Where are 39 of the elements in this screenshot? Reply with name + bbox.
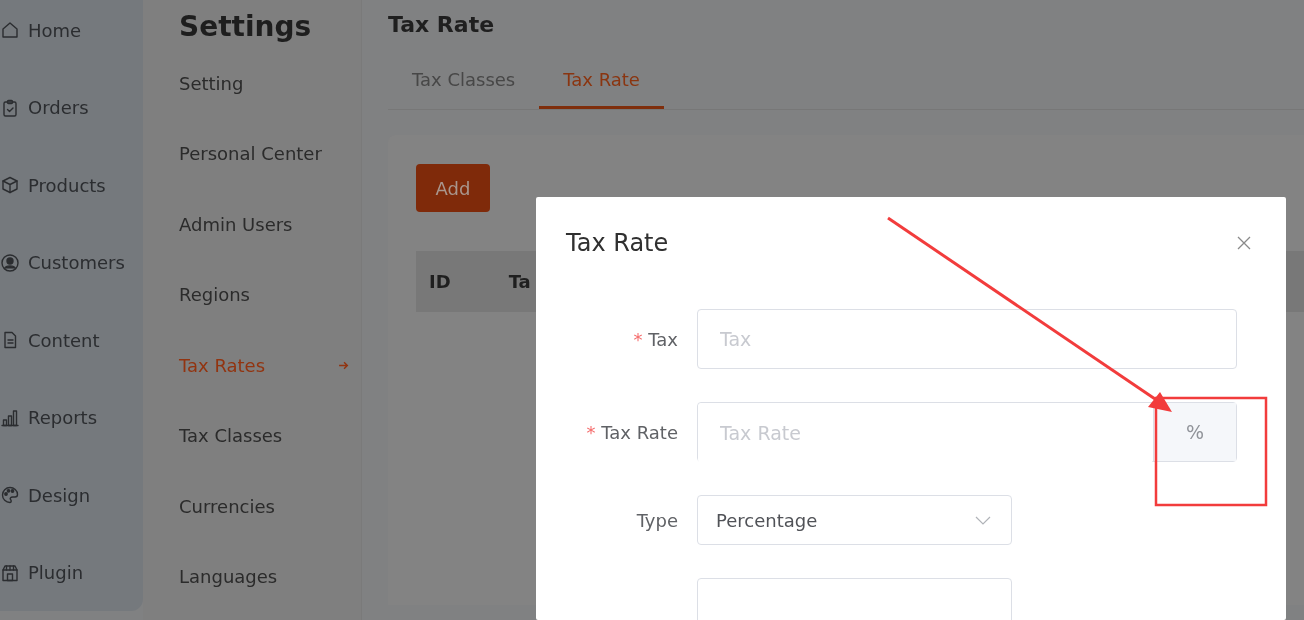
tab[interactable]: Tax Rate (539, 65, 664, 109)
sidebar-item[interactable]: Content (0, 327, 143, 353)
field-label: * Tax (633, 328, 678, 350)
sidebar-item[interactable]: Reports (0, 404, 143, 431)
field-label: Type (636, 509, 678, 531)
cube-icon (0, 175, 20, 195)
page-title: Tax Rate (388, 12, 496, 39)
clipboard-check-icon (0, 97, 20, 118)
chevron-down-icon (975, 515, 991, 525)
house-icon (0, 20, 20, 40)
close-icon[interactable] (1237, 236, 1251, 250)
menu-item[interactable]: Regions (179, 281, 349, 308)
menu-item[interactable]: Currencies (179, 493, 349, 519)
menu-item[interactable]: Setting (179, 70, 349, 96)
sidebar-item[interactable]: Home (0, 17, 143, 43)
menu-item[interactable]: Personal Center (179, 140, 349, 167)
sidebar-item[interactable]: Plugin (0, 559, 143, 586)
tab[interactable]: Tax Classes (388, 65, 540, 109)
add-button[interactable]: Add (416, 164, 490, 212)
arrow-right-icon (338, 359, 349, 371)
bar-chart-icon (0, 407, 20, 428)
palette-icon (0, 485, 20, 505)
dialog-title: Tax Rate (566, 229, 669, 257)
sidebar-item[interactable]: Design (0, 482, 143, 508)
field-label: * Tax Rate (586, 421, 678, 443)
panel-title: Settings (179, 10, 313, 45)
sidebar-item[interactable]: Customers (0, 249, 143, 276)
unit-suffix: % (1153, 403, 1236, 461)
menu-item[interactable]: Admin Users (179, 211, 349, 237)
column-header: Ta (508, 271, 531, 292)
column-header: ID (429, 271, 451, 292)
user-circle-icon (0, 252, 20, 273)
storefront-icon (0, 562, 20, 583)
menu-item[interactable]: Tax Classes (179, 422, 349, 449)
dropdown[interactable]: Percentage (697, 495, 1012, 545)
sidebar-item[interactable]: Products (0, 172, 143, 198)
sidebar-item[interactable]: Orders (0, 94, 143, 121)
menu-item[interactable]: Languages (179, 563, 349, 590)
menu-item[interactable]: Tax Rates (179, 352, 349, 378)
